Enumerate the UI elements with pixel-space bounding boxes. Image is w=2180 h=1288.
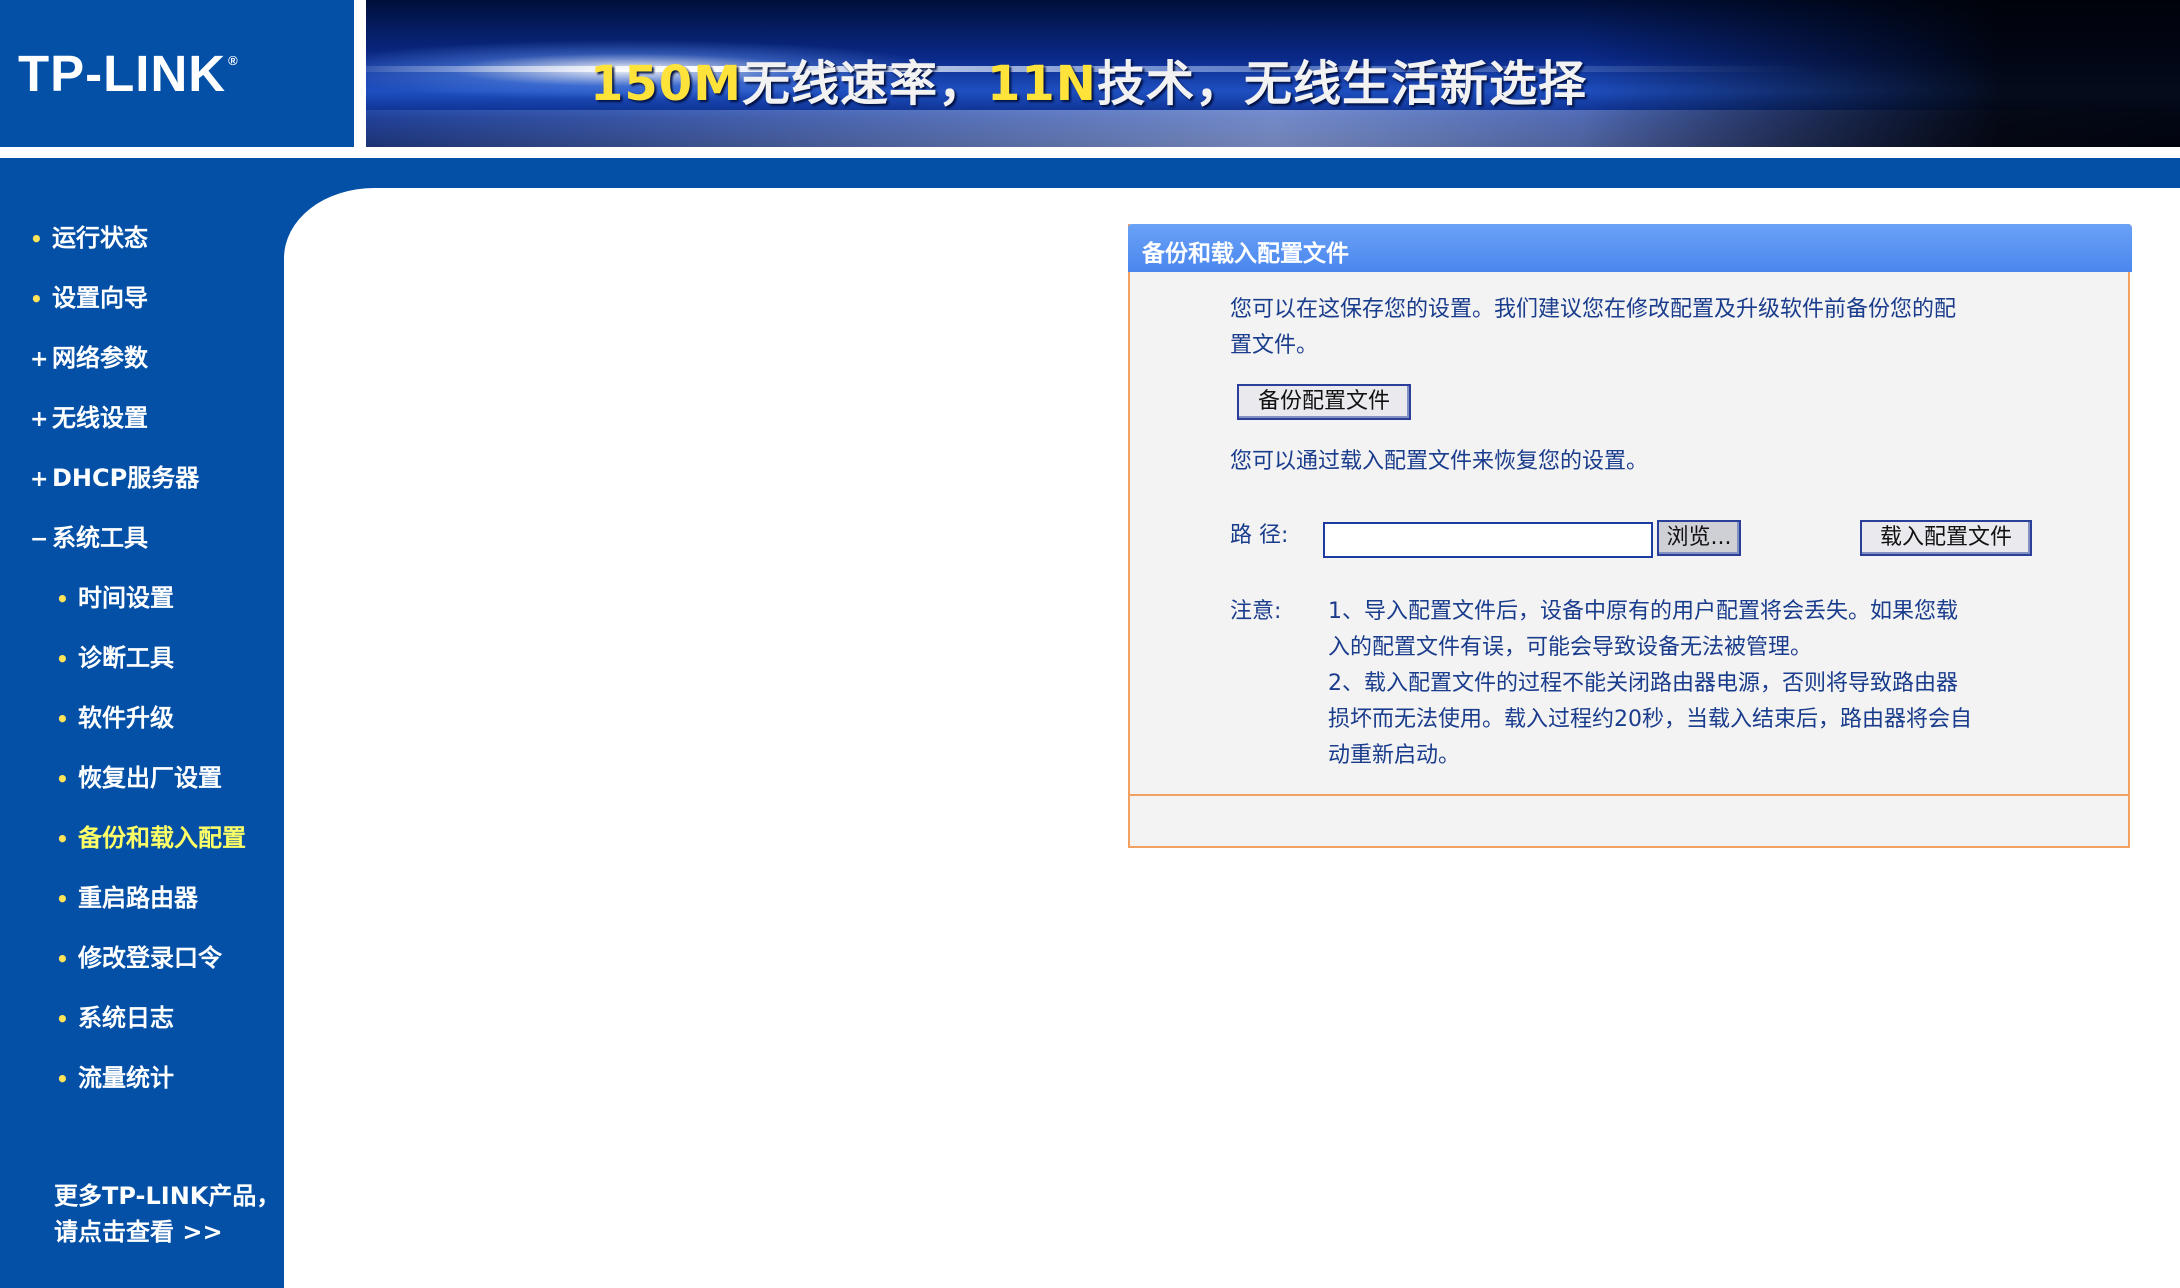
backup-restore-panel: 备份和载入配置文件 您可以在这保存您的设置。我们建议您在修改配置及升级软件前备份…	[1128, 224, 2132, 848]
expand-plus-icon: +	[30, 407, 49, 432]
menu-item-dhcp-server[interactable]: + DHCP服务器	[30, 458, 199, 493]
note-text: 1、导入配置文件后，设备中原有的用户配置将会丢失。如果您载 入的配置文件有误，可…	[1328, 599, 1972, 768]
submenu-item-firmware-upgrade[interactable]: • 软件升级	[56, 698, 174, 733]
submenu-item-time-settings[interactable]: • 时间设置	[56, 578, 174, 613]
header-banner: 150M无线速率，11N技术，无线生活新选择	[366, 0, 2180, 147]
bullet-icon: •	[56, 647, 69, 671]
restore-description: 您可以通过载入配置文件来恢复您的设置。	[1230, 449, 1649, 474]
menu-item-running-status[interactable]: • 运行状态	[30, 218, 148, 253]
path-input[interactable]	[1323, 522, 1653, 558]
panel-title-bar: 备份和载入配置文件	[1128, 224, 2132, 272]
submenu-item-diagnostics[interactable]: • 诊断工具	[56, 638, 174, 673]
bullet-icon: •	[56, 947, 69, 971]
browse-button[interactable]: 浏览...	[1657, 520, 1741, 556]
menu-item-system-tools[interactable]: − 系统工具	[30, 518, 148, 553]
backup-description: 您可以在这保存您的设置。我们建议您在修改配置及升级软件前备份您的配 置文件。	[1230, 297, 1957, 358]
expand-plus-icon: +	[30, 467, 49, 492]
bullet-icon: •	[56, 1007, 69, 1031]
menu-item-setup-wizard[interactable]: • 设置向导	[30, 278, 148, 313]
note-label: 注意:	[1230, 599, 1282, 624]
header-strip	[0, 158, 2180, 188]
panel-divider	[1130, 794, 2128, 796]
logo-box: TP-LINK ®	[0, 0, 354, 147]
more-products-link[interactable]: 更多TP-LINK产品， 请点击查看 >>	[54, 1178, 280, 1250]
bullet-icon: •	[56, 827, 69, 851]
path-label: 路 径:	[1230, 523, 1289, 548]
submenu-item-traffic-stats[interactable]: • 流量统计	[56, 1058, 174, 1093]
bullet-icon: •	[30, 287, 43, 311]
expand-plus-icon: +	[30, 347, 49, 372]
panel-title: 备份和载入配置文件	[1142, 241, 1349, 267]
submenu-item-system-log[interactable]: • 系统日志	[56, 998, 174, 1033]
bullet-icon: •	[56, 587, 69, 611]
bullet-icon: •	[56, 887, 69, 911]
bullet-icon: •	[56, 707, 69, 731]
bullet-icon: •	[30, 227, 43, 251]
submenu-item-factory-reset[interactable]: • 恢复出厂设置	[56, 758, 222, 793]
submenu-item-change-password[interactable]: • 修改登录口令	[56, 938, 222, 973]
bullet-icon: •	[56, 1067, 69, 1091]
backup-config-button[interactable]: 备份配置文件	[1237, 384, 1411, 420]
tp-link-logo: TP-LINK ®	[18, 45, 239, 102]
collapse-minus-icon: −	[30, 527, 49, 552]
bullet-icon: •	[56, 767, 69, 791]
menu-item-wireless-settings[interactable]: + 无线设置	[30, 398, 148, 433]
menu-item-network-params[interactable]: + 网络参数	[30, 338, 148, 373]
load-config-button[interactable]: 载入配置文件	[1860, 520, 2032, 556]
banner-slogan: 150M无线速率，11N技术，无线生活新选择	[590, 56, 1587, 112]
submenu-item-reboot[interactable]: • 重启路由器	[56, 878, 198, 913]
submenu-item-backup-restore[interactable]: • 备份和载入配置	[56, 818, 246, 853]
